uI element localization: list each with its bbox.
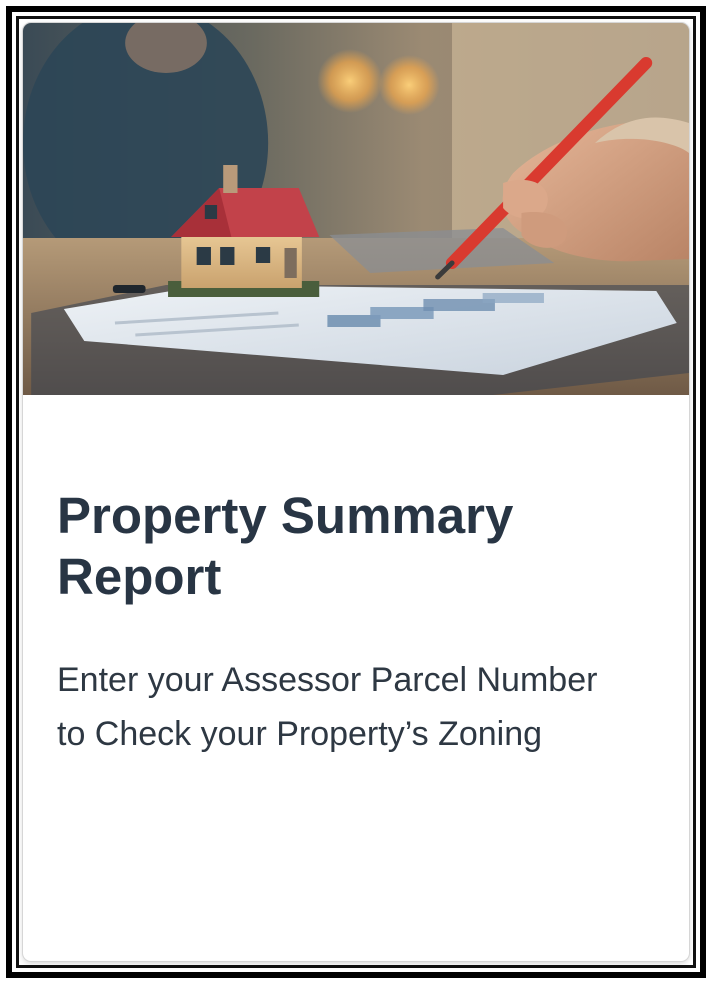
inner-frame: Property Summary Report Enter your Asses… bbox=[16, 16, 696, 968]
card-title[interactable]: Property Summary Report bbox=[57, 485, 647, 607]
card-description: Enter your Assessor Parcel Number to Che… bbox=[57, 661, 598, 753]
outer-frame: Property Summary Report Enter your Asses… bbox=[6, 6, 706, 978]
property-summary-card[interactable]: Property Summary Report Enter your Asses… bbox=[23, 23, 689, 961]
hero-image bbox=[23, 23, 689, 395]
